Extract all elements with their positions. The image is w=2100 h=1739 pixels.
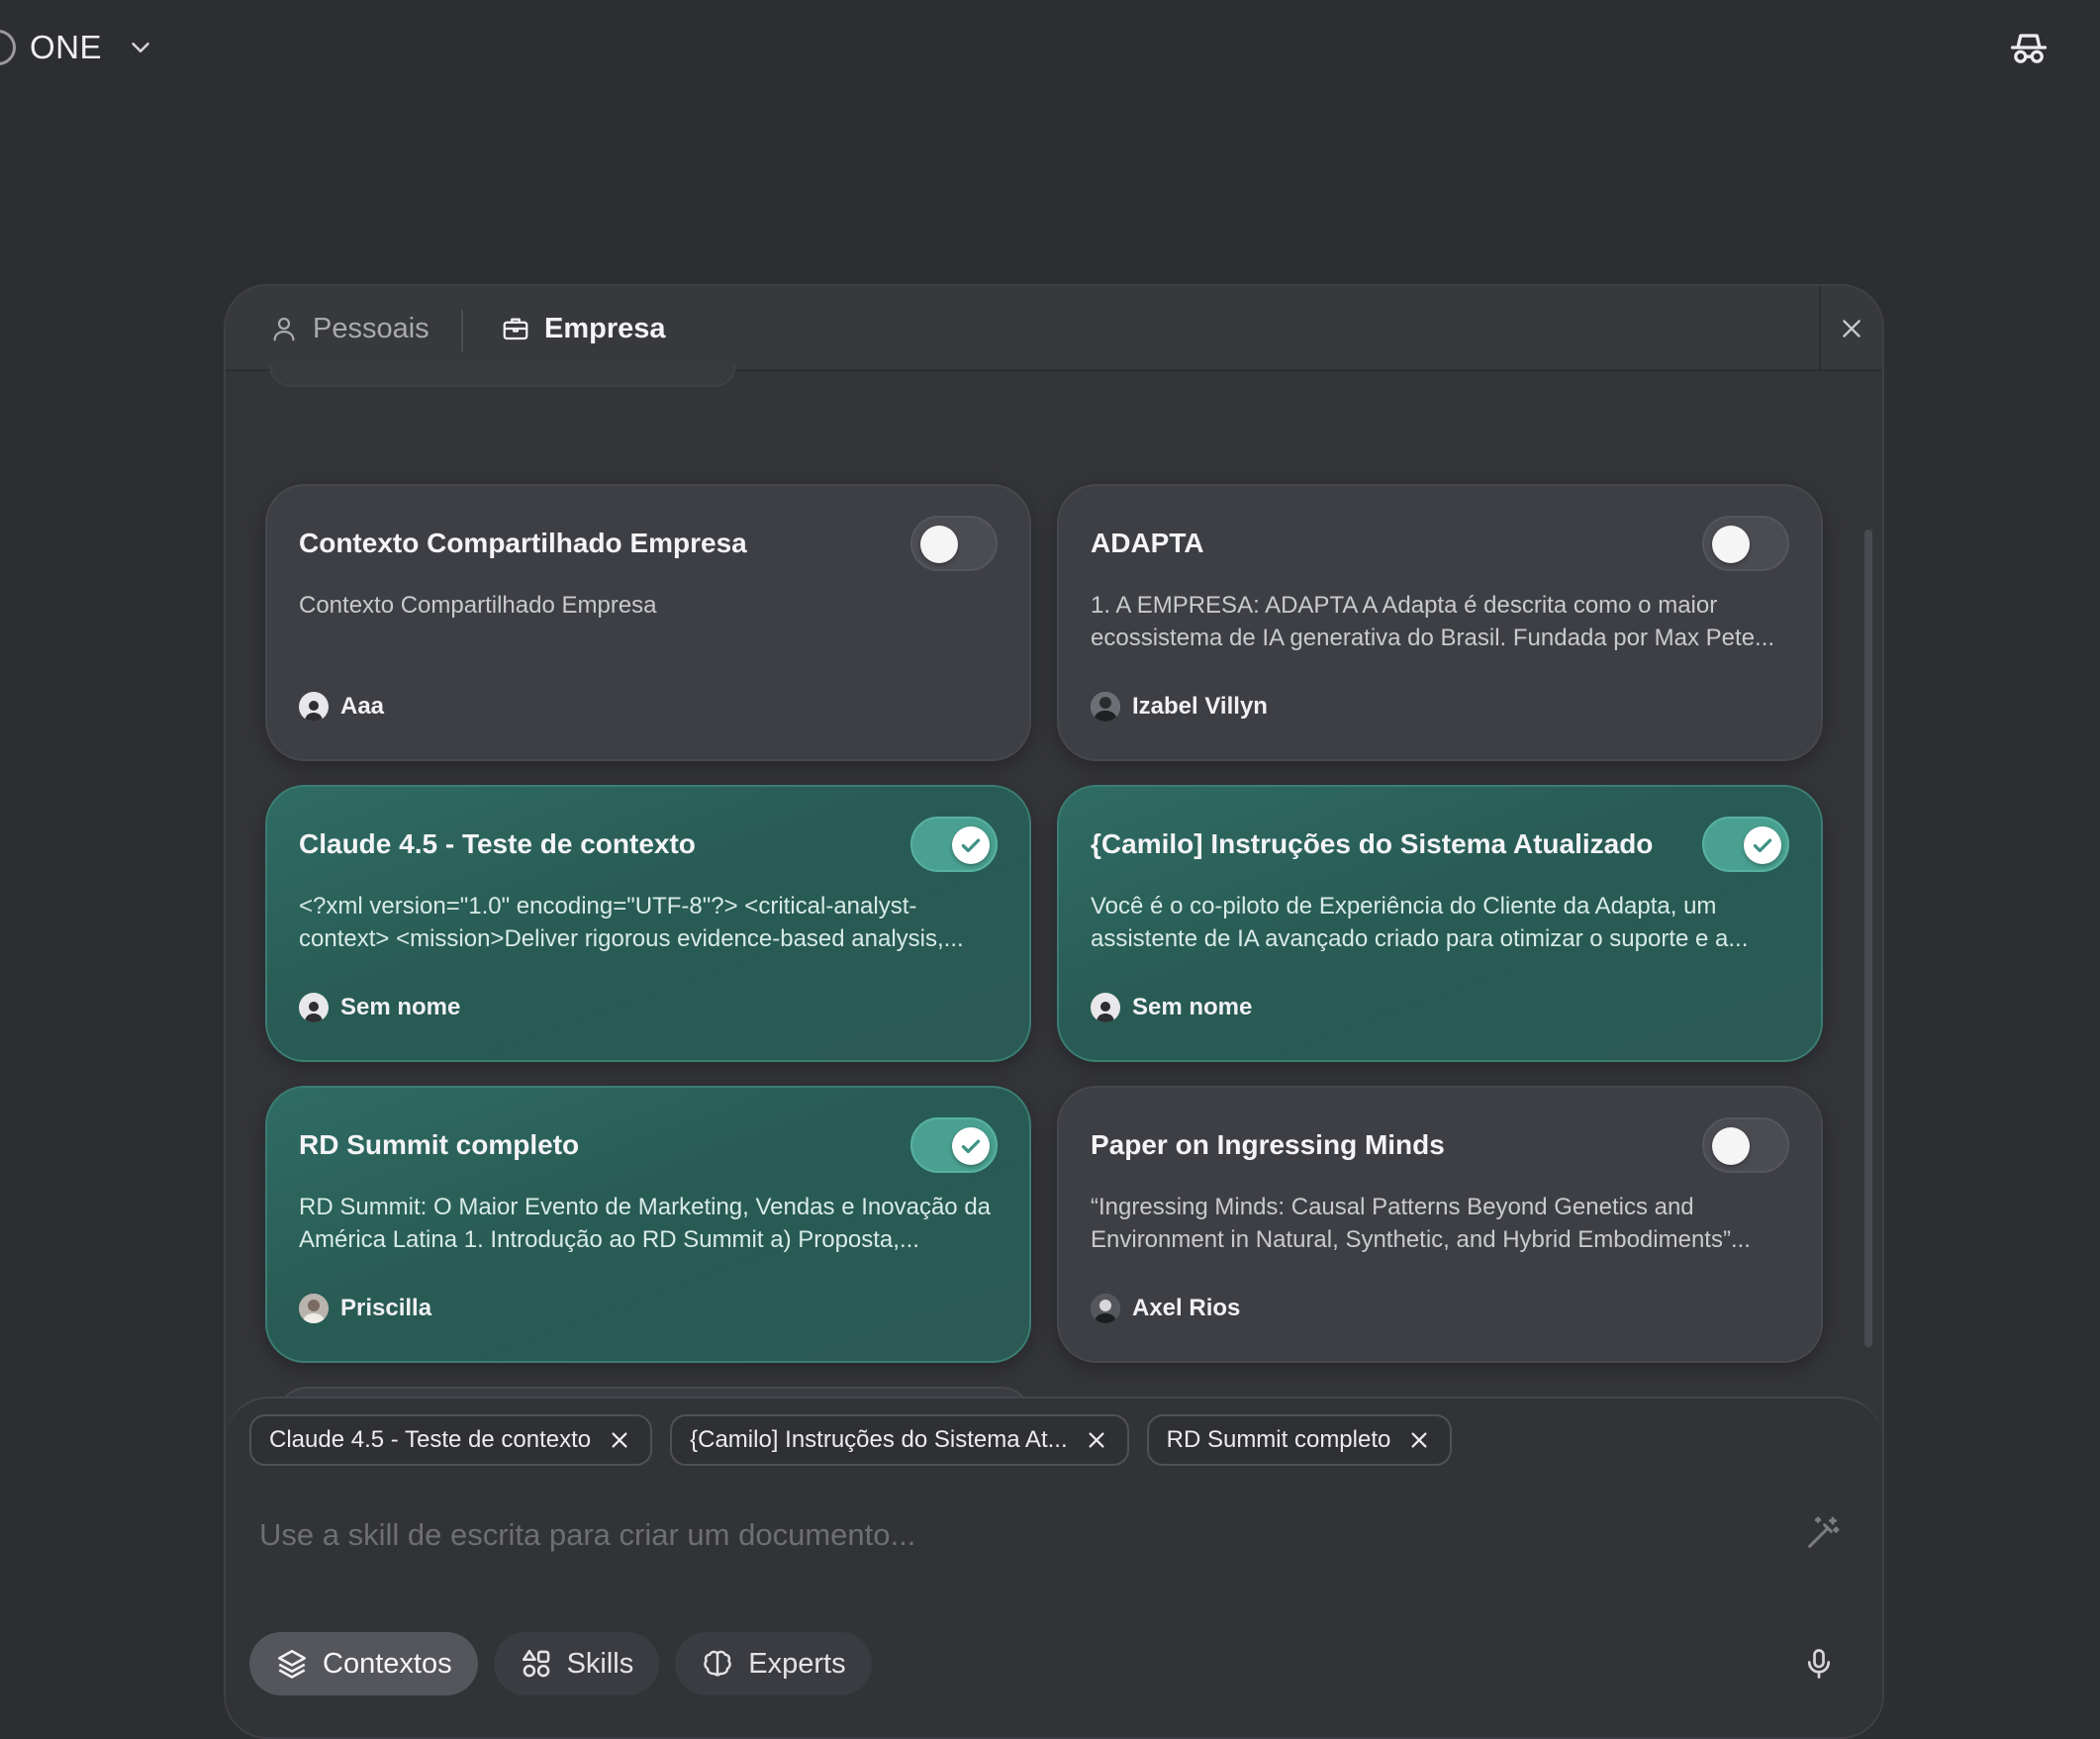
card-description: “Ingressing Minds: Causal Patterns Beyon… [1091,1194,1751,1253]
composer: Claude 4.5 - Teste de contexto {Camilo] … [226,1397,1882,1737]
card-description: <?xml version="1.0" encoding="UTF-8"?> <… [299,893,964,952]
avatar [1091,993,1120,1022]
author-name: Sem nome [340,994,461,1020]
workspace-switcher[interactable]: ONE [0,18,155,77]
microphone-icon[interactable] [1801,1646,1837,1682]
context-card[interactable]: {Camilo] Instruções do Sistema Atualizad… [1057,785,1823,1062]
context-toggle[interactable] [1702,1117,1789,1173]
context-card[interactable]: Paper on Ingressing Minds “Ingressing Mi… [1057,1086,1823,1363]
context-card[interactable]: Contexto Compartilhado Empresa Contexto … [265,484,1031,761]
author-name: Axel Rios [1132,1295,1241,1321]
chip-label: Claude 4.5 - Teste de contexto [269,1426,592,1453]
close-icon[interactable] [1408,1429,1430,1451]
card-author: Aaa [299,692,384,722]
briefcase-icon [503,318,528,340]
card-title: RD Summit completo [299,1129,580,1160]
context-toggle[interactable] [1702,516,1789,571]
card-description: RD Summit: O Maior Evento de Marketing, … [299,1194,992,1253]
context-toggle[interactable] [1702,817,1789,872]
author-name: Sem nome [1132,994,1253,1020]
author-name: Priscilla [340,1295,432,1321]
close-icon[interactable] [1086,1429,1107,1451]
toggle-knob [952,1127,990,1165]
toggle-knob [1712,526,1750,563]
context-chip[interactable]: {Camilo] Instruções do Sistema At... [670,1414,1129,1466]
avatar [1091,692,1120,722]
chevron-down-icon [132,43,149,52]
card-description: 1. A EMPRESA: ADAPTA A Adapta é descrita… [1091,592,1775,651]
tabs-bar: Pessoais Empresa [226,286,1882,371]
chip-label: RD Summit completo [1166,1426,1391,1453]
check-icon [1753,838,1772,853]
scrollbar[interactable] [1864,530,1872,1347]
button-label: Skills [566,1647,634,1680]
collapsed-filter-edge [269,365,736,387]
card-title: Contexto Compartilhado Empresa [299,528,747,558]
selected-contexts: Claude 4.5 - Teste de contexto {Camilo] … [249,1414,1453,1466]
layers-icon [277,1649,307,1679]
toggle-knob [952,826,990,864]
button-label: Contextos [323,1647,452,1680]
card-title: {Camilo] Instruções do Sistema Atualizad… [1091,828,1654,859]
incognito-icon[interactable] [2007,26,2051,69]
brain-icon [704,1650,732,1677]
button-label: Experts [748,1647,846,1680]
tab-label: Empresa [544,312,666,344]
user-icon [273,317,295,341]
avatar [1091,1294,1120,1323]
context-card[interactable]: Claude 4.5 - Teste de contexto <?xml ver… [265,785,1031,1062]
shapes-icon [522,1649,549,1678]
composer-actions: Contextos Skills Experts [249,1632,872,1695]
workspace-name: ONE [30,29,103,65]
check-icon [961,838,981,853]
close-button[interactable] [1819,286,1882,371]
context-card[interactable]: ADAPTA 1. A EMPRESA: ADAPTA A Adapta é d… [1057,484,1823,761]
context-toggle[interactable] [910,817,998,872]
author-name: Aaa [340,693,385,720]
card-description: Contexto Compartilhado Empresa [299,592,657,619]
context-toggle[interactable] [910,1117,998,1173]
tab-label: Pessoais [313,312,430,344]
context-chip[interactable]: Claude 4.5 - Teste de contexto [249,1414,653,1466]
card-author: Priscilla [299,1294,431,1323]
contexts-panel: Pessoais Empresa Contexto Compartilhado … [224,284,1884,1739]
close-icon [1843,320,1861,338]
card-title: Claude 4.5 - Teste de contexto [299,828,696,859]
context-chip[interactable]: RD Summit completo [1146,1414,1453,1466]
tab-empresa[interactable]: Empresa [483,286,683,371]
toggle-knob [1744,826,1781,864]
check-icon [961,1139,981,1154]
card-author: Izabel Villyn [1091,692,1268,722]
tab-divider [461,310,463,351]
experts-button[interactable]: Experts [675,1632,872,1695]
top-bar: ONE [0,0,2100,95]
context-toggle[interactable] [910,516,998,571]
card-author: Sem nome [1091,993,1252,1022]
avatar [299,692,329,722]
toggle-knob [1712,1127,1750,1165]
card-title: Paper on Ingressing Minds [1091,1129,1445,1160]
workspace-logo-icon [0,30,16,65]
card-author: Axel Rios [1091,1294,1240,1323]
tab-pessoais[interactable]: Pessoais [269,286,430,371]
card-author: Sem nome [299,993,460,1022]
avatar [299,1294,329,1323]
card-description: Você é o co-piloto de Experiência do Cli… [1091,893,1749,952]
close-icon[interactable] [609,1429,630,1451]
magic-wand-icon[interactable] [1803,1513,1843,1553]
chip-label: {Camilo] Instruções do Sistema At... [690,1426,1068,1453]
card-title: ADAPTA [1091,528,1204,558]
skills-button[interactable]: Skills [493,1632,660,1695]
context-card[interactable]: RD Summit completo RD Summit: O Maior Ev… [265,1086,1031,1363]
author-name: Izabel Villyn [1132,693,1268,720]
contextos-button[interactable]: Contextos [249,1632,478,1695]
toggle-knob [920,526,958,563]
avatar [299,993,329,1022]
prompt-input[interactable] [259,1505,1744,1565]
